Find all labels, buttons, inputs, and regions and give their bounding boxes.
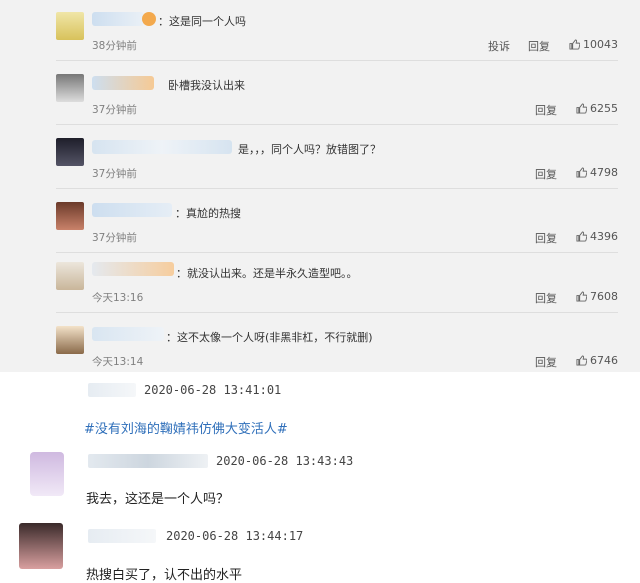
like-button[interactable]: 10043	[569, 38, 618, 51]
avatar[interactable]	[30, 452, 64, 496]
username-blurred[interactable]	[88, 529, 156, 543]
username-blurred[interactable]	[92, 140, 232, 154]
thumb-up-icon	[576, 291, 587, 302]
post-text: 热搜白买了，认不出的水平	[86, 568, 243, 583]
like-count: 6746	[590, 354, 618, 367]
like-count: 7608	[590, 290, 618, 303]
like-button[interactable]: 4798	[576, 166, 618, 179]
avatar[interactable]	[56, 326, 84, 354]
like-button[interactable]: 6746	[576, 354, 618, 367]
like-count: 6255	[590, 102, 618, 115]
comment-text: ：这不太像一个人呀(非黑非杠，不行就删)	[166, 331, 373, 344]
username-blurred[interactable]	[92, 262, 174, 276]
avatar[interactable]	[56, 202, 84, 230]
thumb-up-icon	[576, 355, 587, 366]
like-button[interactable]: 4396	[576, 230, 618, 243]
comment-time: 37分钟前	[92, 168, 137, 180]
like-count: 4798	[590, 166, 618, 179]
username-blurred[interactable]	[88, 383, 136, 397]
reply-link[interactable]: 回复	[535, 166, 557, 182]
thumb-up-icon	[576, 231, 587, 242]
report-link[interactable]: 投诉	[488, 38, 510, 54]
username-blurred[interactable]	[92, 203, 172, 217]
thumb-up-icon	[569, 39, 580, 50]
reply-link[interactable]: 回复	[535, 354, 557, 370]
comment-time: 38分钟前	[92, 40, 137, 52]
avatar[interactable]	[56, 138, 84, 166]
thumb-up-icon	[576, 167, 587, 178]
divider	[56, 312, 618, 313]
reply-link[interactable]: 回复	[528, 38, 550, 54]
thumb-up-icon	[576, 103, 587, 114]
reply-link[interactable]: 回复	[535, 230, 557, 246]
avatar[interactable]	[56, 262, 84, 290]
avatar[interactable]	[56, 74, 84, 102]
username-blurred[interactable]	[92, 327, 164, 341]
comment-time: 37分钟前	[92, 232, 137, 244]
emoji-icon	[142, 12, 156, 26]
username-blurred[interactable]	[92, 12, 144, 26]
post-time: 2020-06-28 13:41:01	[144, 383, 282, 397]
comment-text: ：这是同一个人吗	[158, 15, 246, 28]
avatar[interactable]	[56, 12, 84, 40]
weibo-comment-panel	[0, 0, 640, 372]
reply-link[interactable]: 回复	[535, 290, 557, 306]
comment-text: ：真尬的热搜	[175, 207, 241, 220]
divider	[56, 252, 618, 253]
post-text: 我去，这还是一个人吗？	[86, 492, 230, 507]
hashtag-link[interactable]: #没有刘海的鞠婧祎仿佛大变活人#	[84, 418, 288, 437]
divider	[56, 60, 618, 61]
reply-link[interactable]: 回复	[535, 102, 557, 118]
comment-text: 是，，，同个人吗？放错图了？	[238, 143, 381, 156]
comment-time: 37分钟前	[92, 104, 137, 116]
comment-text: 卧槽我没认出来	[168, 79, 245, 92]
username-blurred[interactable]	[92, 76, 154, 90]
comment-time: 今天13:16	[92, 292, 144, 304]
like-button[interactable]: 7608	[576, 290, 618, 303]
like-count: 4396	[590, 230, 618, 243]
like-button[interactable]: 6255	[576, 102, 618, 115]
divider	[56, 188, 618, 189]
avatar[interactable]	[19, 523, 63, 569]
comment-time: 今天13:14	[92, 356, 144, 368]
like-count: 10043	[583, 38, 618, 51]
post-time: 2020-06-28 13:44:17	[166, 529, 304, 543]
username-blurred[interactable]	[88, 454, 208, 468]
comment-text: ：就没认出来。还是半永久造型吧。。	[176, 267, 358, 280]
divider	[56, 124, 618, 125]
post-time: 2020-06-28 13:43:43	[216, 454, 354, 468]
